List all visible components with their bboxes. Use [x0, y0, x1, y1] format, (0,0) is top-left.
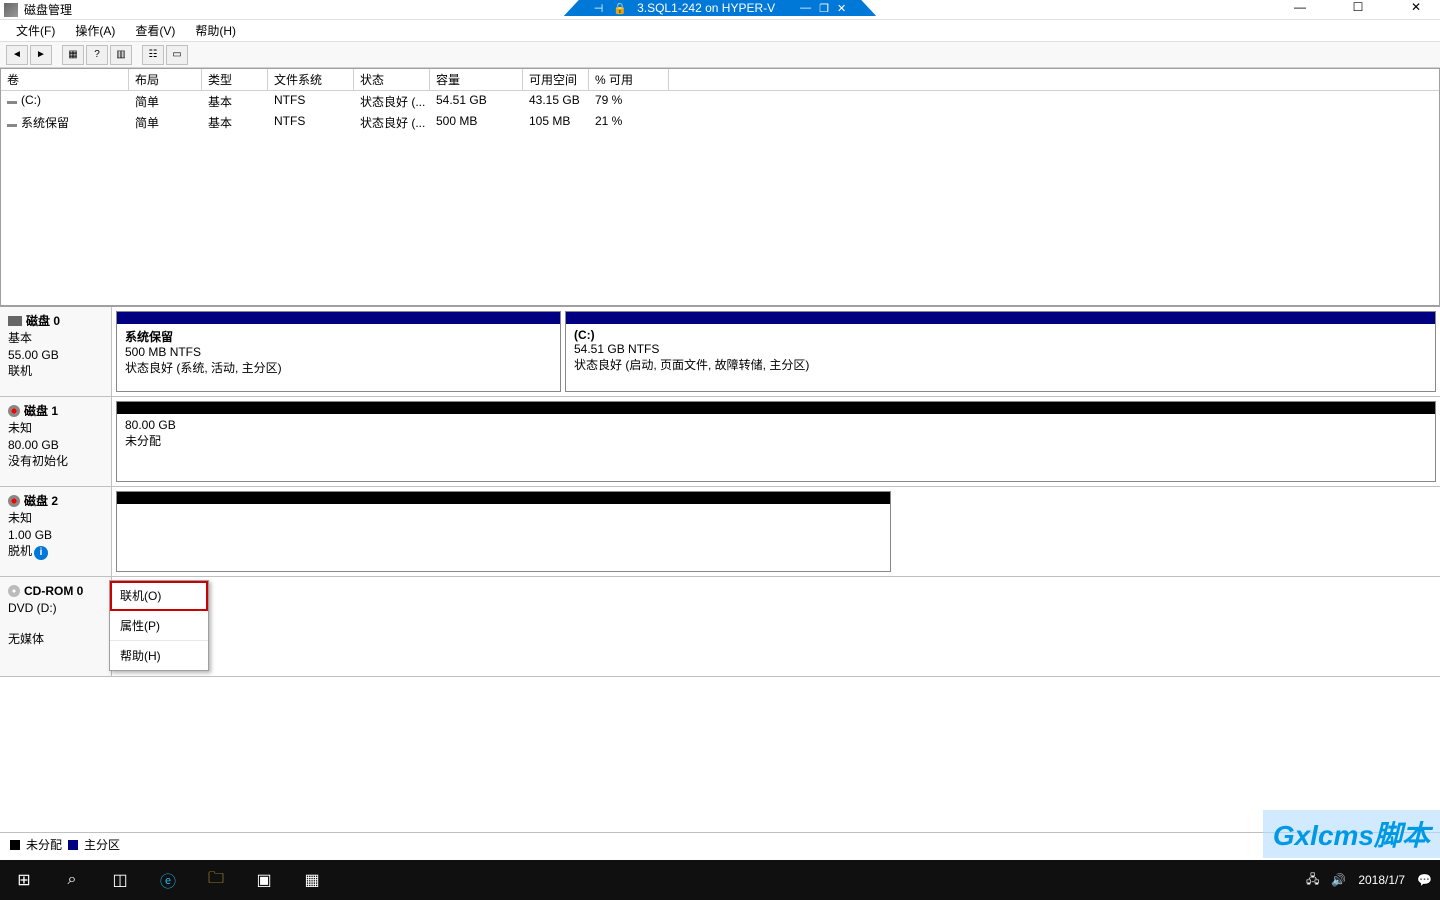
menu-item-online[interactable]: 联机(O): [110, 581, 208, 611]
partition-header: [117, 492, 890, 504]
partition-disk2[interactable]: [116, 491, 891, 572]
disk-title: 磁盘 1: [8, 403, 103, 420]
partition-header: [117, 402, 1435, 414]
toolbar-btn-3[interactable]: ▥: [110, 45, 132, 65]
title-bar: 磁盘管理 ⊣ 🔒 3.SQL1-242 on HYPER-V — ❐ ✕ — ☐…: [0, 0, 1440, 20]
vol-name: 系统保留: [1, 113, 129, 132]
vol-name: (C:): [1, 92, 129, 111]
menu-help[interactable]: 帮助(H): [187, 20, 244, 41]
partition-header: [566, 312, 1435, 324]
start-button[interactable]: ⊞: [0, 860, 48, 900]
disk-2-label[interactable]: 磁盘 2 未知 1.00 GB 脱机i: [0, 487, 112, 576]
app-icon: [4, 3, 18, 17]
graphical-view: 磁盘 0 基本 55.00 GB 联机 系统保留 500 MB NTFS 状态良…: [0, 306, 1440, 677]
ie-button[interactable]: ⓔ: [144, 860, 192, 900]
legend-label-unallocated: 未分配: [26, 836, 62, 853]
disk-title: 磁盘 0: [8, 313, 103, 330]
col-fs[interactable]: 文件系统: [268, 69, 354, 90]
col-capacity[interactable]: 容量: [430, 69, 523, 90]
minimize-button[interactable]: —: [1280, 0, 1320, 14]
disk-title: CD-ROM 0: [8, 583, 103, 600]
tray-date[interactable]: 2018/1/7: [1358, 873, 1405, 887]
menu-view[interactable]: 查看(V): [127, 20, 183, 41]
vm-restore-button[interactable]: ❐: [819, 2, 829, 15]
tray-volume-icon[interactable]: 🔊: [1331, 873, 1346, 887]
menu-item-properties[interactable]: 属性(P): [110, 611, 208, 641]
disk-1-label[interactable]: 磁盘 1 未知 80.00 GB 没有初始化: [0, 397, 112, 486]
explorer-button[interactable]: 🗀: [192, 860, 240, 900]
tray-notifications-icon[interactable]: 💬: [1417, 873, 1432, 887]
menu-file[interactable]: 文件(F): [8, 20, 63, 41]
volume-list: 卷 布局 类型 文件系统 状态 容量 可用空间 % 可用 (C:) 简单 基本 …: [0, 68, 1440, 306]
col-free[interactable]: 可用空间: [523, 69, 589, 90]
toolbar-btn-5[interactable]: ▭: [166, 45, 188, 65]
vm-close-button[interactable]: ✕: [837, 2, 846, 15]
taskbar-app-1[interactable]: ▣: [240, 860, 288, 900]
taskbar-app-2[interactable]: ▦: [288, 860, 336, 900]
lock-icon[interactable]: 🔒: [613, 2, 627, 15]
context-menu: 联机(O) 属性(P) 帮助(H): [109, 580, 209, 671]
system-tray: 🖧 🔊 2018/1/7 💬: [1306, 870, 1440, 891]
watermark: Gxlcms脚本: [1263, 810, 1440, 858]
taskbar: ⊞ ⌕ ◫ ⓔ 🗀 ▣ ▦ 🖧 🔊 2018/1/7 💬: [0, 860, 1440, 900]
task-view-button[interactable]: ◫: [96, 860, 144, 900]
maximize-button[interactable]: ☐: [1338, 0, 1378, 14]
disk-2-row: 磁盘 2 未知 1.00 GB 脱机i: [0, 487, 1440, 577]
window-controls: — ☐ ✕: [1280, 0, 1436, 14]
forward-button[interactable]: ►: [30, 45, 52, 65]
disk-title: 磁盘 2: [8, 493, 103, 510]
col-type[interactable]: 类型: [202, 69, 268, 90]
col-layout[interactable]: 布局: [129, 69, 202, 90]
toolbar-btn-2[interactable]: ?: [86, 45, 108, 65]
legend: 未分配 主分区: [0, 832, 1440, 856]
legend-swatch-primary: [68, 840, 78, 850]
toolbar-btn-4[interactable]: ☷: [142, 45, 164, 65]
toolbar-btn-1[interactable]: ▦: [62, 45, 84, 65]
search-button[interactable]: ⌕: [48, 860, 96, 900]
menu-action[interactable]: 操作(A): [67, 20, 123, 41]
disk-1-row: 磁盘 1 未知 80.00 GB 没有初始化 80.00 GB 未分配: [0, 397, 1440, 487]
partition-c[interactable]: (C:) 54.51 GB NTFS 状态良好 (启动, 页面文件, 故障转储,…: [565, 311, 1436, 392]
vm-title: 3.SQL1-242 on HYPER-V: [637, 1, 775, 15]
partition-unallocated[interactable]: 80.00 GB 未分配: [116, 401, 1436, 482]
partition-header: [117, 312, 560, 324]
vm-minimize-button[interactable]: —: [800, 2, 811, 15]
disk-0-row: 磁盘 0 基本 55.00 GB 联机 系统保留 500 MB NTFS 状态良…: [0, 307, 1440, 397]
col-status[interactable]: 状态: [354, 69, 430, 90]
vm-connection-bar: ⊣ 🔒 3.SQL1-242 on HYPER-V — ❐ ✕: [564, 0, 876, 16]
legend-label-primary: 主分区: [84, 836, 120, 853]
menu-bar: 文件(F) 操作(A) 查看(V) 帮助(H): [0, 20, 1440, 42]
toolbar: ◄ ► ▦ ? ▥ ☷ ▭: [0, 42, 1440, 68]
close-button[interactable]: ✕: [1396, 0, 1436, 14]
col-volume[interactable]: 卷: [1, 69, 129, 90]
cdrom-row: CD-ROM 0 DVD (D:) 无媒体: [0, 577, 1440, 677]
info-icon[interactable]: i: [34, 546, 48, 560]
disk-0-label[interactable]: 磁盘 0 基本 55.00 GB 联机: [0, 307, 112, 396]
cdrom-label[interactable]: CD-ROM 0 DVD (D:) 无媒体: [0, 577, 112, 676]
pin-icon[interactable]: ⊣: [594, 2, 604, 15]
menu-item-help[interactable]: 帮助(H): [110, 641, 208, 670]
window-title: 磁盘管理: [24, 1, 72, 18]
legend-swatch-unallocated: [10, 840, 20, 850]
volume-list-header: 卷 布局 类型 文件系统 状态 容量 可用空间 % 可用: [1, 69, 1439, 91]
vm-window-controls: — ❐ ✕: [800, 2, 846, 15]
back-button[interactable]: ◄: [6, 45, 28, 65]
partition-system-reserved[interactable]: 系统保留 500 MB NTFS 状态良好 (系统, 活动, 主分区): [116, 311, 561, 392]
col-pct[interactable]: % 可用: [589, 69, 669, 90]
volume-row[interactable]: 系统保留 简单 基本 NTFS 状态良好 (... 500 MB 105 MB …: [1, 112, 1439, 133]
tray-network-icon[interactable]: 🖧: [1306, 870, 1319, 891]
volume-row[interactable]: (C:) 简单 基本 NTFS 状态良好 (... 54.51 GB 43.15…: [1, 91, 1439, 112]
